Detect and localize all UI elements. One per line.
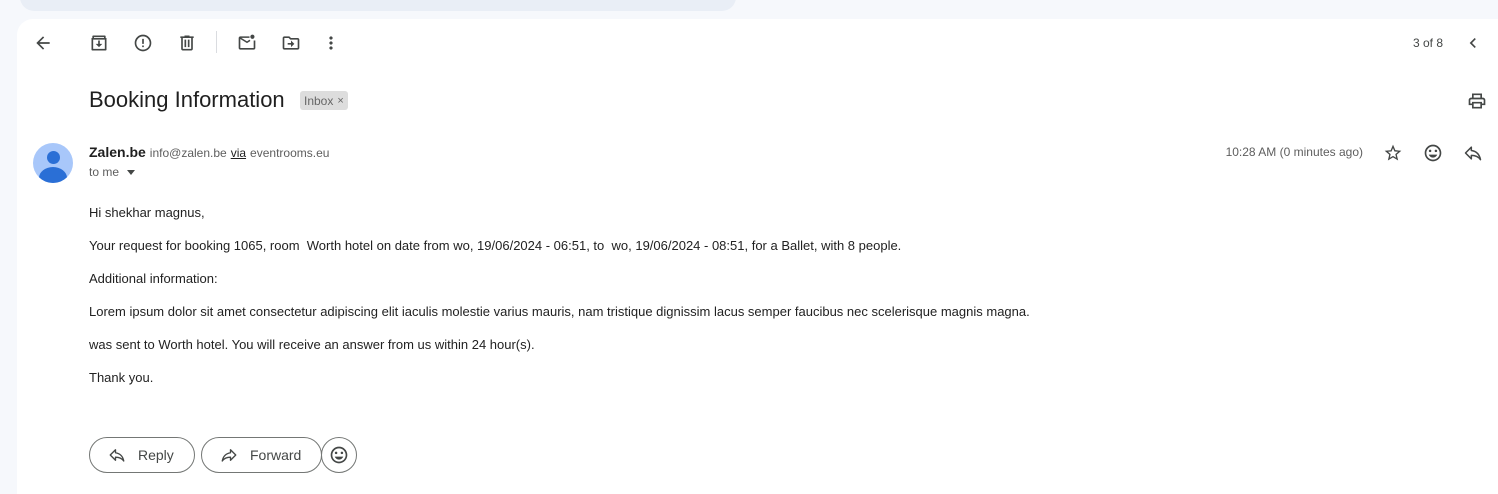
reply-icon-button[interactable] bbox=[1457, 137, 1489, 169]
search-bar-edge bbox=[20, 0, 736, 11]
archive-button[interactable] bbox=[83, 27, 115, 59]
newer-message-button[interactable] bbox=[1457, 27, 1489, 59]
body-greeting: Hi shekhar magnus, bbox=[89, 205, 205, 220]
forward-button[interactable]: Forward bbox=[201, 437, 323, 473]
sender-avatar[interactable] bbox=[33, 143, 73, 183]
chevron-left-icon bbox=[1469, 38, 1476, 48]
sender-email: info@zalen.be bbox=[149, 146, 227, 160]
email-timestamp: 10:28 AM (0 minutes ago) bbox=[1225, 145, 1363, 159]
email-subject: Booking Information bbox=[89, 87, 285, 112]
star-icon bbox=[1384, 144, 1402, 161]
back-button[interactable] bbox=[27, 27, 59, 59]
sender-line: Zalen.be info@zalen.be via eventrooms.eu bbox=[89, 144, 329, 160]
archive-icon bbox=[91, 35, 107, 51]
mark-unread-icon bbox=[238, 34, 256, 50]
reply-icon bbox=[109, 449, 125, 462]
via-link[interactable]: via bbox=[231, 146, 246, 160]
forward-label: Forward bbox=[250, 447, 302, 463]
emoji-react-button[interactable] bbox=[321, 437, 357, 473]
print-button[interactable] bbox=[1461, 85, 1493, 117]
emoji-icon bbox=[330, 446, 348, 464]
add-reaction-button[interactable] bbox=[1417, 137, 1449, 169]
recipient-details-toggle[interactable]: to me bbox=[89, 165, 136, 179]
message-counter: 3 of 8 bbox=[1412, 36, 1443, 50]
mark-unread-button[interactable] bbox=[231, 27, 263, 59]
toolbar-divider bbox=[216, 31, 217, 53]
emoji-icon bbox=[1424, 144, 1442, 162]
move-to-folder-icon bbox=[282, 36, 300, 50]
remove-label-icon[interactable]: × bbox=[337, 95, 343, 107]
inbox-label-chip[interactable]: Inbox × bbox=[300, 91, 348, 110]
report-spam-button[interactable] bbox=[127, 27, 159, 59]
more-options-button[interactable] bbox=[315, 27, 347, 59]
star-button[interactable] bbox=[1377, 137, 1409, 169]
caret-down-icon bbox=[127, 169, 136, 175]
body-paragraph: was sent to Worth hotel. You will receiv… bbox=[89, 337, 535, 352]
recipient-label: to me bbox=[89, 165, 120, 179]
email-body: Hi shekhar magnus, Your request for book… bbox=[89, 206, 1030, 404]
reply-button[interactable]: Reply bbox=[89, 437, 195, 473]
print-icon bbox=[1468, 93, 1486, 109]
arrow-left-icon bbox=[36, 36, 50, 50]
body-paragraph: Additional information: bbox=[89, 271, 218, 286]
body-paragraph: Lorem ipsum dolor sit amet consectetur a… bbox=[89, 304, 1030, 319]
more-vert-icon bbox=[329, 36, 333, 50]
move-to-button[interactable] bbox=[275, 27, 307, 59]
body-paragraph: Your request for booking 1065, room Wort… bbox=[89, 238, 902, 253]
trash-icon bbox=[180, 35, 194, 51]
body-signoff: Thank you. bbox=[89, 370, 154, 385]
reply-icon bbox=[1464, 146, 1482, 161]
reply-label: Reply bbox=[138, 447, 174, 463]
delete-button[interactable] bbox=[171, 27, 203, 59]
report-spam-icon bbox=[134, 34, 152, 52]
sender-name[interactable]: Zalen.be bbox=[89, 144, 146, 160]
via-domain: eventrooms.eu bbox=[250, 146, 330, 160]
inbox-label-text: Inbox bbox=[304, 93, 334, 108]
forward-icon bbox=[221, 449, 237, 462]
email-panel: 3 of 8 Booking Information Inbox × Zalen… bbox=[17, 19, 1498, 494]
